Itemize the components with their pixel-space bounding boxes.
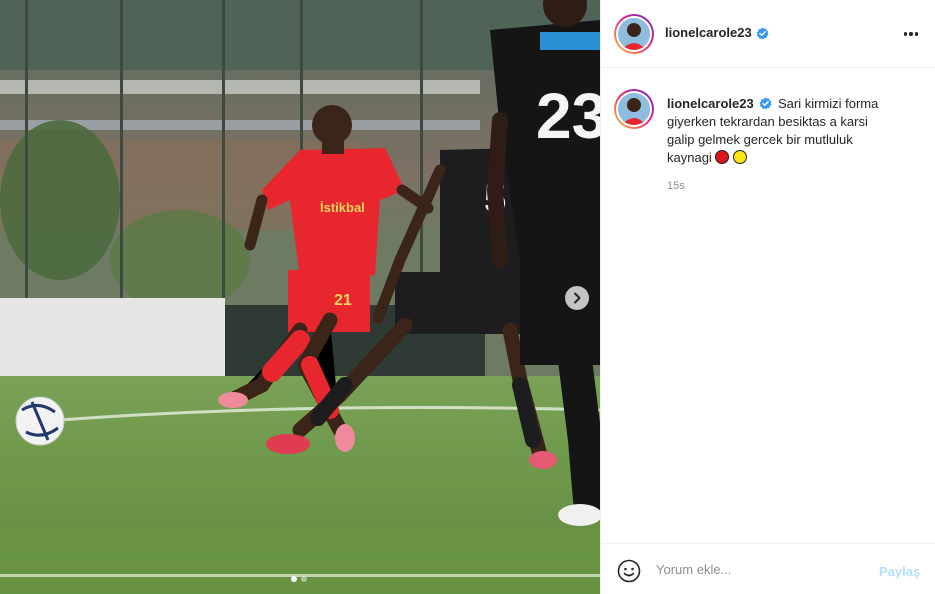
avatar-ring (616, 16, 652, 52)
avatar-image (618, 93, 650, 125)
verified-badge-icon (759, 97, 772, 110)
avatar[interactable] (614, 14, 654, 54)
post-side-panel: lionelcarole23 lionelcarole23 Sari kirmi… (600, 0, 935, 594)
header-username[interactable]: lionelcarole23 (665, 25, 752, 40)
verified-badge-icon (756, 27, 769, 40)
red-circle-emoji (715, 150, 730, 164)
svg-text:21: 21 (334, 292, 352, 309)
carousel-dot (301, 576, 307, 582)
post-timestamp[interactable]: 15s (667, 180, 685, 192)
caption-username[interactable]: lionelcarole23 (667, 96, 754, 111)
profile-photo (618, 93, 650, 125)
more-options-button[interactable] (901, 26, 921, 42)
soccer-ball (15, 396, 65, 446)
carousel-indicator (291, 576, 307, 582)
profile-photo (618, 18, 650, 50)
dot-icon (914, 32, 919, 36)
chevron-right-icon (574, 292, 581, 304)
post-header: lionelcarole23 (601, 0, 935, 68)
post-photo[interactable]: İstikbal 21 5 23 (0, 0, 600, 594)
comment-bar: Paylaş (601, 543, 935, 594)
comment-input[interactable] (656, 559, 866, 579)
yellow-circle-emoji (733, 150, 748, 164)
dot-icon (903, 32, 908, 36)
dot-icon (909, 32, 913, 36)
smiley-icon[interactable] (617, 559, 641, 583)
caption-text: lionelcarole23 Sari kirmizi forma giyerk… (667, 95, 897, 167)
avatar-ring (616, 91, 652, 127)
next-photo-button[interactable] (565, 286, 589, 310)
match-photo: İstikbal 21 5 23 (0, 0, 600, 594)
carousel-dot-active (291, 576, 297, 582)
avatar-image (618, 18, 650, 50)
svg-text:İstikbal: İstikbal (320, 200, 365, 215)
post-comment-button[interactable]: Paylaş (879, 564, 920, 579)
caption-avatar[interactable] (614, 89, 654, 129)
svg-text:23: 23 (536, 80, 600, 152)
